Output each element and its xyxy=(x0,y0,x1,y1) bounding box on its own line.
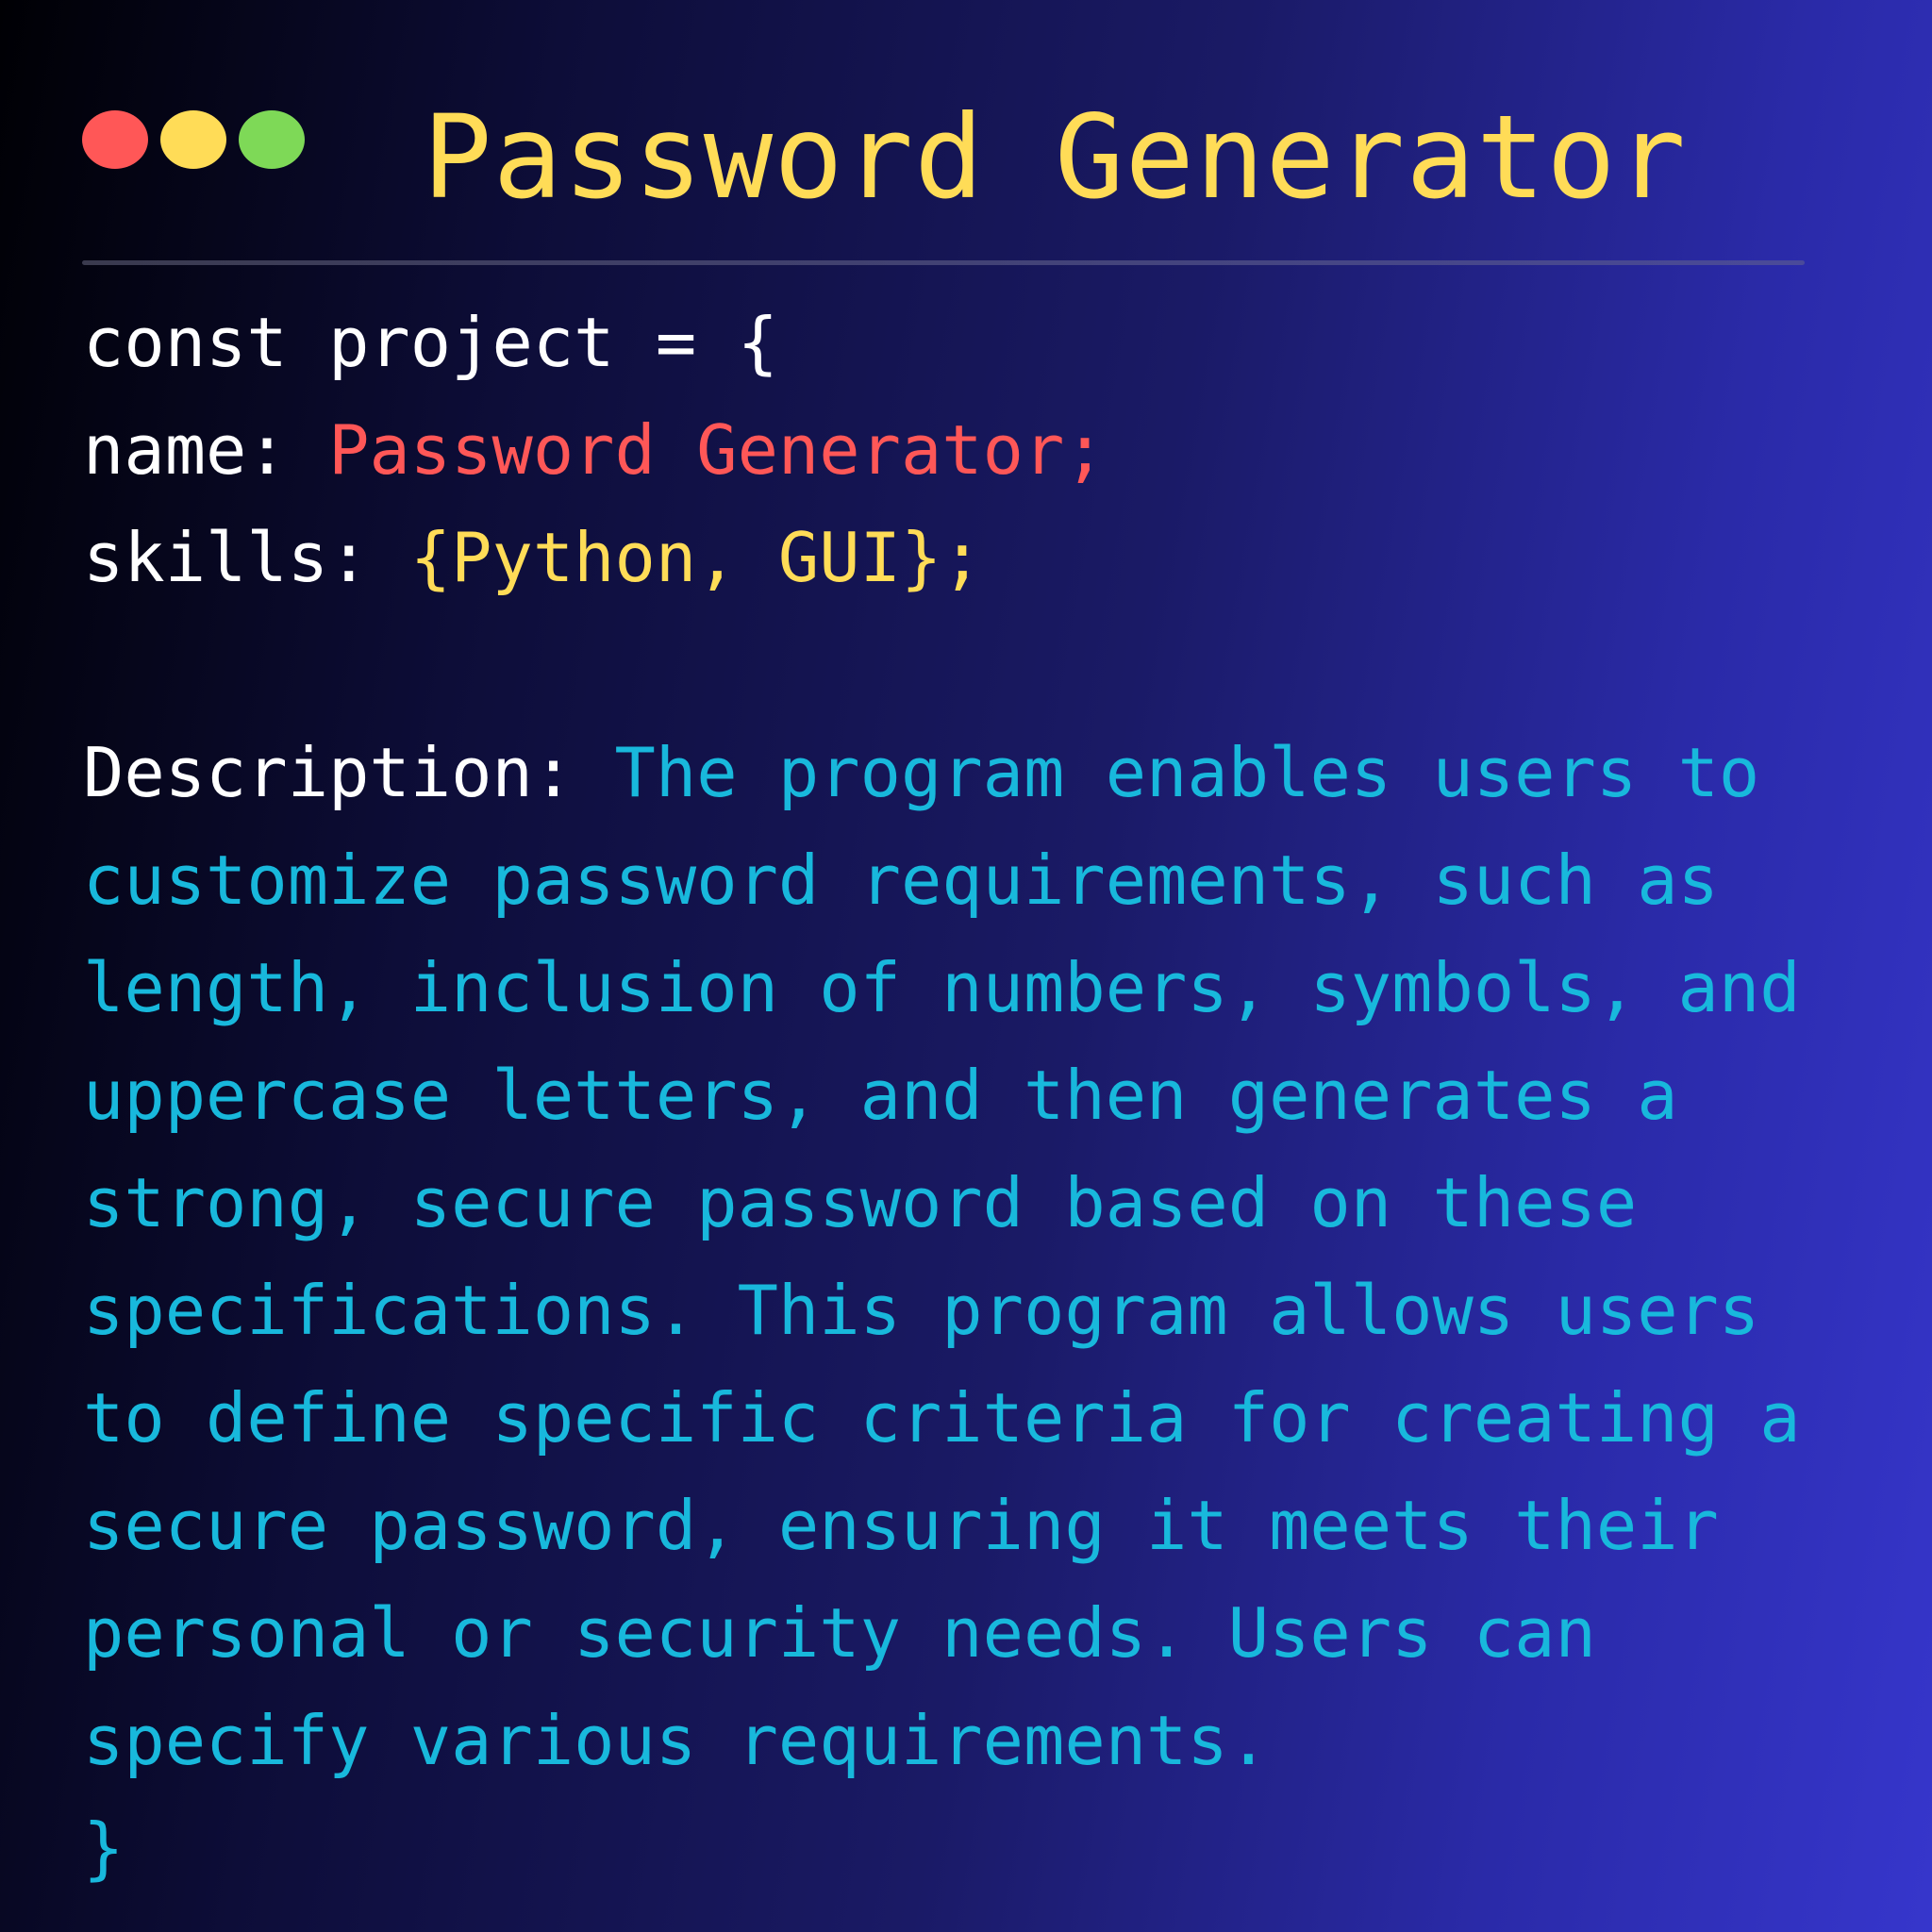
description-text: personal or security needs. Users can xyxy=(83,1593,1596,1673)
description-line: Description: The program enables users t… xyxy=(83,719,1759,826)
code-close: } xyxy=(83,1808,125,1888)
name-key: name: xyxy=(83,410,329,490)
description-text: specifications. This program allows user… xyxy=(83,1271,1760,1350)
close-dot-icon xyxy=(82,110,148,169)
divider xyxy=(82,260,1805,265)
description-text: uppercase letters, and then generates a xyxy=(83,1056,1678,1135)
name-line: name: Password Generator; xyxy=(83,396,1106,504)
description-text: specify various requirements. xyxy=(83,1701,1270,1780)
skills-value: {Python, GUI}; xyxy=(409,518,983,597)
name-value: Password Generator; xyxy=(328,410,1106,490)
maximize-dot-icon xyxy=(239,110,305,169)
code-open: const project = { xyxy=(83,303,778,382)
description-text: length, inclusion of numbers, symbols, a… xyxy=(83,948,1801,1027)
description-text: The program enables users to xyxy=(614,733,1760,812)
skills-key: skills: xyxy=(83,518,410,597)
page-title: Password Generator xyxy=(423,91,1688,225)
minimize-dot-icon xyxy=(160,110,226,169)
description-text: customize password requirements, such as xyxy=(83,841,1719,920)
description-text: to define specific criteria for creating… xyxy=(83,1378,1801,1457)
description-text: strong, secure password based on these xyxy=(83,1163,1638,1242)
skills-line: skills: {Python, GUI}; xyxy=(83,504,983,611)
description-text: secure password, ensuring it meets their xyxy=(83,1486,1719,1565)
description-key: Description: xyxy=(83,733,615,812)
